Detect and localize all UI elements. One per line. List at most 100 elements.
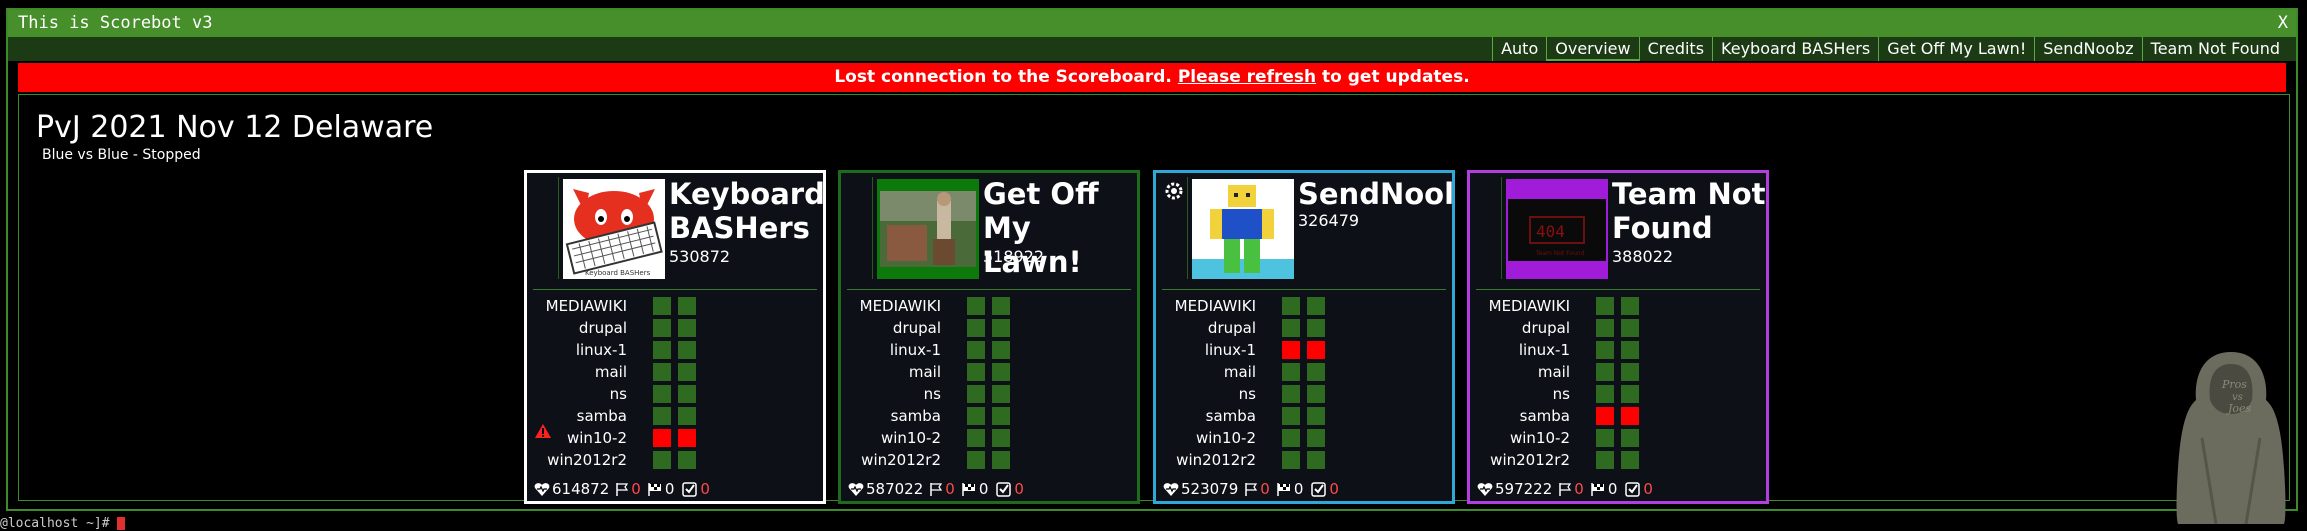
menu-overview[interactable]: Overview	[1546, 37, 1638, 61]
service-status[interactable]	[1621, 319, 1639, 337]
service-status[interactable]	[1282, 363, 1300, 381]
service-status[interactable]	[678, 341, 696, 359]
service-status[interactable]	[1596, 385, 1614, 403]
team-card[interactable]: 404 Team Not Found Team Not Found 388022 MEDI…	[1467, 170, 1769, 504]
service-status[interactable]	[1621, 341, 1639, 359]
service-status[interactable]	[992, 341, 1010, 359]
service-status[interactable]	[967, 429, 985, 447]
service-status[interactable]	[653, 297, 671, 315]
connection-alert: Lost connection to the Scoreboard. Pleas…	[18, 63, 2286, 92]
service-label: win10-2	[881, 429, 941, 447]
service-status[interactable]	[653, 319, 671, 337]
flags-captured-value: 0	[978, 480, 989, 498]
service-status[interactable]	[1282, 297, 1300, 315]
service-label: drupal	[1521, 319, 1570, 337]
svg-text:Joes: Joes	[2226, 402, 2252, 415]
service-status[interactable]	[1282, 429, 1300, 447]
service-status[interactable]	[678, 297, 696, 315]
team-banner	[872, 177, 873, 279]
service-status[interactable]	[1621, 385, 1639, 403]
team-card[interactable]: SendNool 326479 MEDIAWIKI drupal linux-1 mail…	[1153, 170, 1455, 504]
team-name-line2: Found	[1612, 211, 1713, 245]
service-status[interactable]	[992, 385, 1010, 403]
svg-text:Team Not Found: Team Not Found	[1535, 250, 1585, 257]
service-status[interactable]	[992, 297, 1010, 315]
service-status[interactable]	[992, 451, 1010, 469]
service-status[interactable]	[967, 319, 985, 337]
prompt-text: @localhost ~]#	[0, 516, 118, 531]
check-square-icon	[996, 481, 1012, 497]
menu-credits[interactable]: Credits	[1638, 37, 1712, 61]
service-status[interactable]	[653, 385, 671, 403]
service-status[interactable]	[1307, 297, 1325, 315]
service-status[interactable]	[678, 451, 696, 469]
service-status[interactable]	[1596, 341, 1614, 359]
service-status[interactable]	[1307, 319, 1325, 337]
checkered-flag-icon	[1591, 482, 1604, 496]
service-status[interactable]	[1282, 319, 1300, 337]
team-card[interactable]: Keyboard BASHers Keyboard BASHers 530872 MED…	[524, 170, 826, 504]
service-status[interactable]	[653, 451, 671, 469]
team-footer: 587022 0 0 0	[848, 480, 1024, 498]
svg-text:404: 404	[1536, 222, 1565, 241]
menu-team-keyboard-bashers[interactable]: Keyboard BASHers	[1712, 37, 1878, 61]
service-status[interactable]	[1596, 319, 1614, 337]
service-status[interactable]	[992, 363, 1010, 381]
flags-captured-value: 0	[664, 480, 675, 498]
service-label: ns	[1238, 385, 1256, 403]
refresh-link[interactable]: Please refresh	[1178, 67, 1316, 87]
service-status[interactable]	[1307, 363, 1325, 381]
service-status[interactable]	[1621, 363, 1639, 381]
service-label: win10-2	[1510, 429, 1570, 447]
service-label: linux-1	[1204, 341, 1256, 359]
service-status[interactable]	[1596, 407, 1614, 425]
service-status[interactable]	[1596, 451, 1614, 469]
service-label: samba	[890, 407, 941, 425]
menu-team-not-found[interactable]: Team Not Found	[2141, 37, 2288, 61]
service-status[interactable]	[1596, 363, 1614, 381]
service-status[interactable]	[653, 407, 671, 425]
service-status[interactable]	[967, 451, 985, 469]
warning-icon	[535, 424, 551, 438]
service-status[interactable]	[1307, 451, 1325, 469]
service-status[interactable]	[1596, 297, 1614, 315]
menu-bar: Auto Overview Credits Keyboard BASHers G…	[8, 37, 2296, 61]
service-status[interactable]	[1307, 429, 1325, 447]
service-status[interactable]	[653, 363, 671, 381]
menu-auto[interactable]: Auto	[1492, 37, 1546, 61]
service-status[interactable]	[1307, 341, 1325, 359]
service-status[interactable]	[967, 385, 985, 403]
service-status[interactable]	[1282, 451, 1300, 469]
service-status[interactable]	[678, 363, 696, 381]
pros-vs-joes-watermark: Pros vs Joes	[2176, 352, 2286, 524]
checkered-flag-icon	[1277, 482, 1290, 496]
service-status[interactable]	[678, 429, 696, 447]
service-status[interactable]	[1621, 451, 1639, 469]
service-status[interactable]	[678, 407, 696, 425]
flag-outline-icon	[616, 482, 629, 496]
menu-team-get-off-my-lawn[interactable]: Get Off My Lawn!	[1878, 37, 2034, 61]
service-status[interactable]	[1282, 341, 1300, 359]
service-status[interactable]	[678, 385, 696, 403]
service-status[interactable]	[1621, 429, 1639, 447]
service-status[interactable]	[653, 341, 671, 359]
close-button[interactable]: X	[2278, 10, 2288, 37]
service-status[interactable]	[678, 319, 696, 337]
service-status[interactable]	[967, 297, 985, 315]
service-status[interactable]	[1307, 385, 1325, 403]
service-status[interactable]	[967, 407, 985, 425]
service-status[interactable]	[1621, 297, 1639, 315]
service-status[interactable]	[967, 341, 985, 359]
service-status[interactable]	[1307, 407, 1325, 425]
service-status[interactable]	[967, 363, 985, 381]
team-card[interactable]: Get Off My Lawn! 518922 MEDIAWIKI drupal linu…	[838, 170, 1140, 504]
service-status[interactable]	[992, 407, 1010, 425]
menu-team-sendnoobz[interactable]: SendNoobz	[2034, 37, 2141, 61]
service-status[interactable]	[992, 429, 1010, 447]
service-status[interactable]	[1282, 385, 1300, 403]
service-status[interactable]	[653, 429, 671, 447]
service-status[interactable]	[992, 319, 1010, 337]
service-status[interactable]	[1282, 407, 1300, 425]
service-status[interactable]	[1621, 407, 1639, 425]
service-status[interactable]	[1596, 429, 1614, 447]
